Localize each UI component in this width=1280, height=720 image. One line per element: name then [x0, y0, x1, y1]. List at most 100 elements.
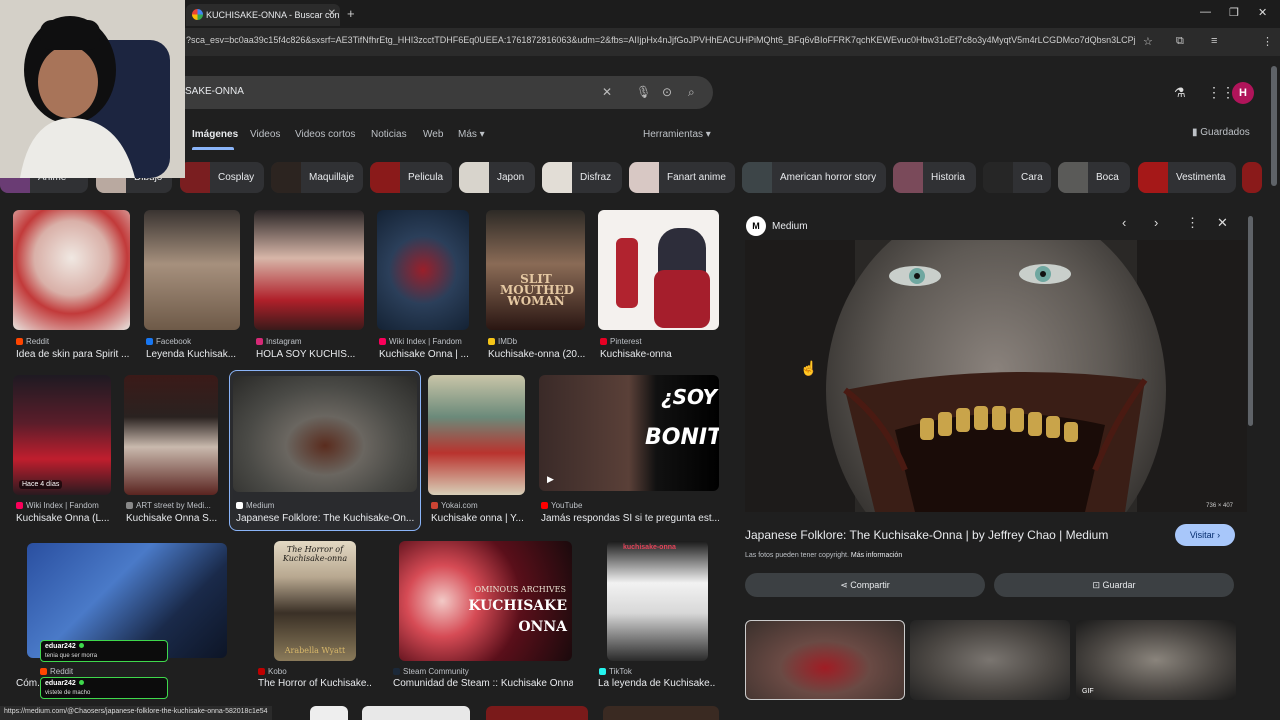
result-title[interactable]: Kuchisake Onna (L... — [16, 513, 114, 524]
tab-videos[interactable]: Videos — [250, 129, 280, 140]
labs-icon[interactable]: ⚗ — [1174, 85, 1186, 101]
chip-more[interactable] — [1242, 162, 1262, 193]
tab-short-videos[interactable]: Videos cortos — [295, 129, 355, 140]
visit-button[interactable]: Visitar › — [1175, 524, 1235, 546]
mic-icon[interactable]: 🎙 — [636, 85, 651, 99]
result-source: Steam Community — [393, 667, 573, 676]
preview-site[interactable]: M Medium — [746, 216, 808, 236]
kobo-favicon-icon — [258, 668, 265, 676]
chip-maquillaje[interactable]: Maquillaje — [271, 162, 363, 193]
chip-cara[interactable]: Cara — [983, 162, 1051, 193]
status-bar-url: https://medium.com/@Chaosers/japanese-fo… — [0, 706, 272, 720]
result-image[interactable] — [310, 706, 348, 720]
address-bar: ?sca_esv=bc0aa39c15f4c826&sxsrf=AE3TifNf… — [0, 28, 1280, 76]
result-title[interactable]: The Horror of Kuchisake... — [258, 678, 372, 689]
chip-thumbnail — [271, 162, 301, 193]
chat-text: tenia que ser morra — [45, 653, 98, 659]
result-title[interactable]: Kuchisake onna | Y... — [431, 513, 527, 524]
more-info-link[interactable]: Más información — [851, 552, 902, 559]
apps-grid-icon[interactable]: ⋮⋮ — [1207, 84, 1235, 101]
result-image[interactable] — [486, 706, 588, 720]
url-text[interactable]: ?sca_esv=bc0aa39c15f4c826&sxsrf=AE3TifNf… — [186, 35, 1136, 45]
preview-title[interactable]: Japanese Folklore: The Kuchisake-Onna | … — [745, 528, 1108, 542]
result-image[interactable]: ¿SOY BONITA ▶ — [539, 375, 719, 491]
thumbnail-text: OMINOUS ARCHIVES — [474, 585, 566, 594]
result-image[interactable] — [144, 210, 240, 330]
extensions-icon[interactable]: ⧉ — [1176, 35, 1184, 48]
tools-button[interactable]: Herramientas ▾ — [643, 129, 711, 140]
result-image[interactable]: OMINOUS ARCHIVES KUCHISAKE ONNA — [399, 541, 572, 661]
next-icon[interactable]: › — [1154, 215, 1158, 230]
chip-fanart-anime[interactable]: Fanart anime — [629, 162, 735, 193]
result-title[interactable]: Idea de skin para Spirit ... — [16, 349, 131, 360]
result-title[interactable]: La leyenda de Kuchisake... — [598, 678, 716, 689]
minimize-button[interactable]: — — [1200, 6, 1211, 18]
account-avatar[interactable]: H — [1232, 82, 1254, 104]
chip-pelicula[interactable]: Pelicula — [370, 162, 452, 193]
previous-icon[interactable]: ‹ — [1122, 215, 1126, 230]
tab-images[interactable]: Imágenes — [192, 129, 238, 140]
chip-boca[interactable]: Boca — [1058, 162, 1130, 193]
saved-link[interactable]: ▮ Guardados — [1192, 127, 1250, 138]
close-preview-icon[interactable]: ✕ — [1217, 215, 1228, 231]
result-title[interactable]: Comunidad de Steam :: Kuchisake Onna ... — [393, 678, 573, 689]
result-image[interactable] — [603, 706, 719, 720]
tab-news[interactable]: Noticias — [371, 129, 407, 140]
restore-button[interactable]: ❐ — [1229, 6, 1239, 19]
save-button[interactable]: ⊡ Guardar — [994, 573, 1234, 597]
result-image[interactable] — [362, 706, 470, 720]
new-tab-button[interactable]: + — [347, 6, 355, 21]
result-title[interactable]: HOLA SOY KUCHIS... — [256, 349, 364, 360]
chip-japon[interactable]: Japon — [459, 162, 535, 193]
lens-icon[interactable]: ⊙ — [662, 85, 672, 99]
clear-icon[interactable]: ✕ — [602, 85, 612, 99]
result-image[interactable] — [377, 210, 469, 330]
browser-tab[interactable]: KUCHISAKE-ONNA - Buscar con Google ✕ — [186, 4, 340, 26]
result-image[interactable] — [598, 210, 719, 330]
search-query[interactable]: SAKE-ONNA — [185, 86, 244, 97]
chip-vestimenta[interactable]: Vestimenta — [1138, 162, 1236, 193]
result-image[interactable] — [124, 375, 218, 495]
page-scrollbar[interactable] — [1271, 66, 1277, 186]
chip-american-horror-story[interactable]: American horror story — [742, 162, 886, 193]
result-title[interactable]: Kuchisake Onna | ... — [379, 349, 471, 360]
window-close-button[interactable]: ✕ — [1258, 6, 1267, 19]
related-image[interactable] — [910, 620, 1070, 700]
result-image[interactable]: kuchisake-onna — [607, 541, 708, 661]
medium-logo-icon: M — [746, 216, 766, 236]
preview-image[interactable]: 736 × 407 — [745, 240, 1247, 512]
tab-web[interactable]: Web — [423, 129, 443, 140]
chip-historia[interactable]: Historia — [893, 162, 976, 193]
chip-cosplay[interactable]: Cosplay — [180, 162, 264, 193]
result-image[interactable] — [13, 210, 130, 330]
result-image[interactable] — [428, 375, 525, 495]
result-image[interactable]: The Horror of Kuchisake-onna Arabella Wy… — [274, 541, 356, 661]
result-image[interactable]: Hace 4 días — [13, 375, 111, 495]
result-title[interactable]: Leyenda Kuchisak... — [146, 349, 241, 360]
related-image[interactable]: GIF — [1076, 620, 1236, 700]
result-title[interactable]: Kuchisake-onna (20... — [488, 349, 587, 360]
result-title[interactable]: Kuchisake-onna — [600, 349, 719, 360]
chip-label: Boca — [1096, 172, 1119, 183]
browser-menu-icon[interactable]: ⋮ — [1262, 35, 1273, 48]
media-icon[interactable]: ≡ — [1211, 35, 1217, 47]
chip-label: Maquillaje — [309, 172, 355, 183]
result-image[interactable] — [233, 376, 417, 492]
search-icon[interactable]: ⌕ — [688, 85, 695, 100]
share-button[interactable]: ⋖ Compartir — [745, 573, 985, 597]
result-title[interactable]: Jamás respondas SÍ si te pregunta est... — [541, 513, 719, 524]
more-options-icon[interactable]: ⋮ — [1186, 215, 1199, 231]
result-image[interactable]: SLIT MOUTHED WOMAN — [486, 210, 585, 330]
result-image[interactable] — [254, 210, 364, 330]
result-title[interactable]: Japanese Folklore: The Kuchisake-On... — [236, 513, 416, 524]
preview-scrollbar[interactable] — [1248, 216, 1253, 426]
related-image[interactable] — [745, 620, 905, 700]
search-box[interactable]: SAKE-ONNA ✕ 🎙 ⊙ ⌕ — [150, 76, 713, 109]
tab-close-icon[interactable]: ✕ — [328, 8, 336, 19]
bookmark-star-icon[interactable]: ☆ — [1143, 35, 1153, 48]
source-name: YouTube — [551, 501, 583, 510]
chip-disfraz[interactable]: Disfraz — [542, 162, 622, 193]
thumbnail-text: ¿SOY — [661, 385, 718, 409]
result-title[interactable]: Kuchisake Onna S... — [126, 513, 220, 524]
tab-more[interactable]: Más ▾ — [458, 129, 485, 140]
